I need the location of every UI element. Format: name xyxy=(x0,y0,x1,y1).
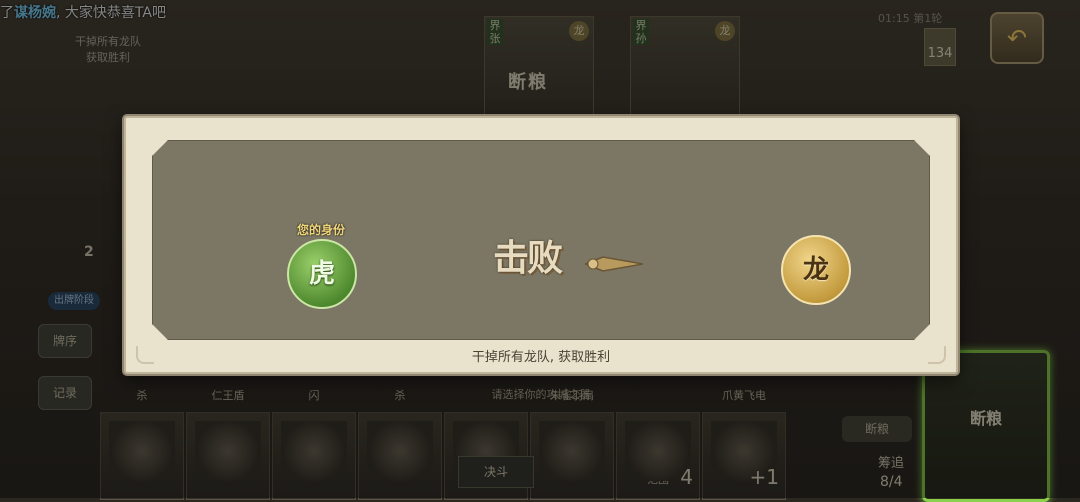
arrow-right-icon xyxy=(585,251,643,277)
dragon-medal-icon: 龙 xyxy=(781,235,851,305)
identity-label: 您的身份 xyxy=(296,223,345,237)
victory-condition: 干掉所有龙队, 获取胜利 xyxy=(471,350,611,365)
tiger-medal-icon: 虎 xyxy=(287,239,357,309)
tiger-glyph: 虎 xyxy=(308,259,335,289)
dragon-glyph: 龙 xyxy=(802,255,829,285)
result-panel: 您的身份 虎 击败 龙 xyxy=(152,140,930,340)
defeat-title: 击败 xyxy=(493,237,562,279)
result-dialog: 您的身份 虎 击败 龙 干掉所有龙队, 获取胜利 xyxy=(124,116,958,374)
